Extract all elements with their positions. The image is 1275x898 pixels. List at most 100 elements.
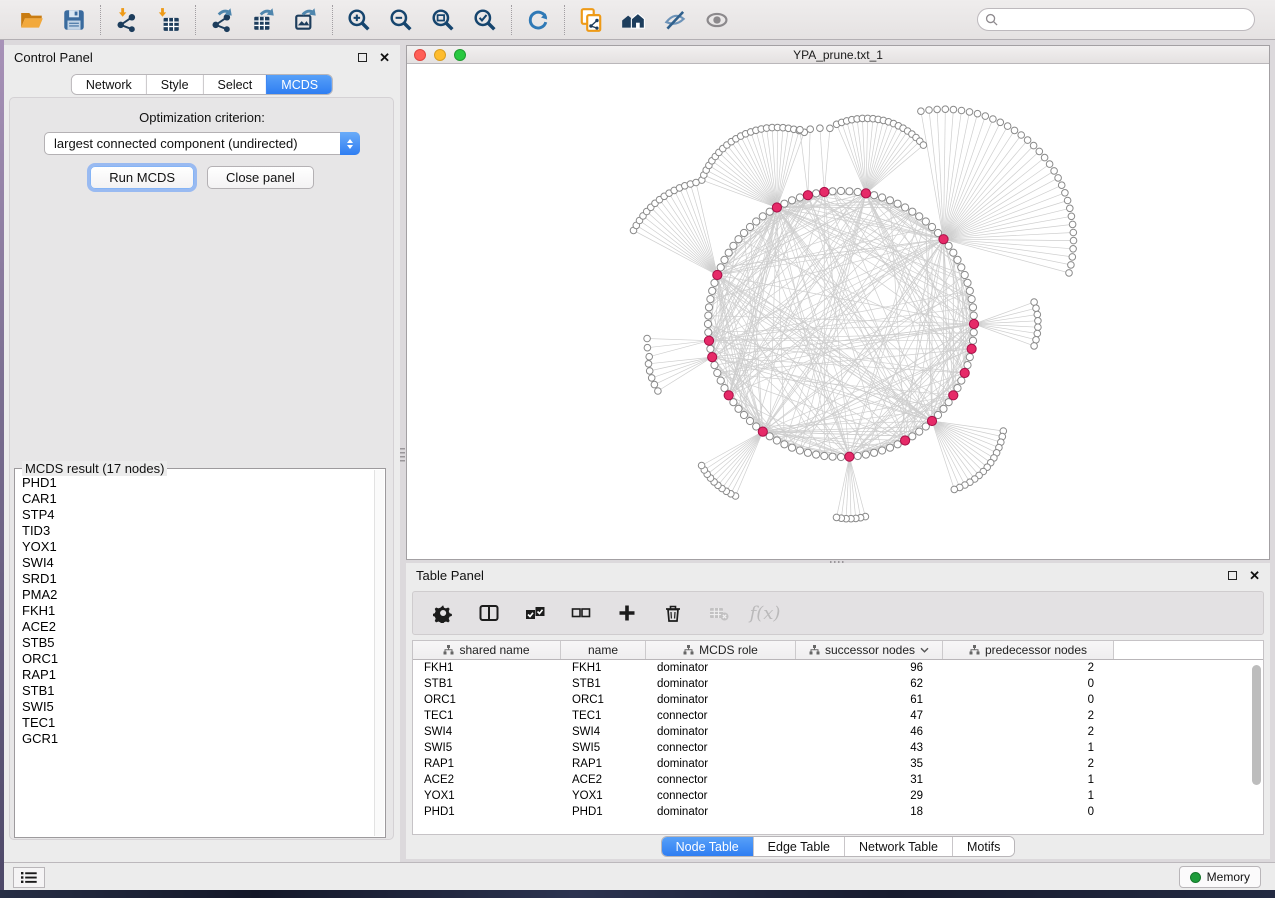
zoom-selected-icon: [472, 7, 498, 33]
mcds-node-item[interactable]: ORC1: [22, 651, 373, 667]
table-row[interactable]: SWI4SWI4dominator462: [413, 724, 1263, 740]
hide-selected-icon: [662, 7, 688, 33]
mcds-node-item[interactable]: SWI4: [22, 555, 373, 571]
close-panel-icon[interactable]: ✕: [379, 53, 390, 62]
table-row[interactable]: PHD1PHD1dominator180: [413, 804, 1263, 820]
zoom-fit-button[interactable]: [428, 5, 458, 35]
delete-column-button[interactable]: [661, 601, 685, 625]
float-window-icon[interactable]: [358, 53, 367, 62]
tab-style[interactable]: Style: [146, 75, 203, 94]
float-window-icon[interactable]: [1228, 571, 1237, 580]
clone-network-button[interactable]: [576, 5, 606, 35]
table-row[interactable]: STB1STB1dominator620: [413, 676, 1263, 692]
network-window-titlebar[interactable]: YPA_prune.txt_1: [407, 46, 1269, 64]
mcds-node-item[interactable]: TID3: [22, 523, 373, 539]
mcds-node-item[interactable]: RAP1: [22, 667, 373, 683]
close-panel-button[interactable]: Close panel: [207, 166, 314, 189]
hide-selected-button[interactable]: [660, 5, 690, 35]
table-settings-button[interactable]: [431, 601, 455, 625]
zoom-out-button[interactable]: [386, 5, 416, 35]
mcds-node-item[interactable]: FKH1: [22, 603, 373, 619]
export-image-button[interactable]: [291, 5, 321, 35]
save-session-button[interactable]: [59, 5, 89, 35]
window-zoom-button[interactable]: [454, 49, 466, 61]
mcds-node-item[interactable]: SRD1: [22, 571, 373, 587]
column-header-predecessor-nodes[interactable]: predecessor nodes: [943, 641, 1114, 659]
window-close-button[interactable]: [414, 49, 426, 61]
add-column-button[interactable]: [615, 601, 639, 625]
import-network-button[interactable]: [112, 5, 142, 35]
vertical-splitter-grip[interactable]: [400, 448, 405, 464]
table-row[interactable]: YOX1YOX1connector291: [413, 788, 1263, 804]
table-scrollbar-thumb[interactable]: [1252, 665, 1261, 785]
tab-select[interactable]: Select: [203, 75, 267, 94]
mcds-node-item[interactable]: CAR1: [22, 491, 373, 507]
column-header-shared-name[interactable]: shared name: [413, 641, 561, 659]
cell-successor-nodes: 62: [796, 678, 943, 690]
table-row[interactable]: ACE2ACE2connector311: [413, 772, 1263, 788]
mcds-node-item[interactable]: STB1: [22, 683, 373, 699]
cell-MCDS-role: dominator: [646, 806, 796, 818]
open-file-button[interactable]: [17, 5, 47, 35]
close-panel-icon[interactable]: ✕: [1249, 571, 1260, 580]
mcds-node-item[interactable]: ACE2: [22, 619, 373, 635]
mcds-result-list[interactable]: PHD1CAR1STP4TID3YOX1SWI4SRD1PMA2FKH1ACE2…: [22, 475, 373, 835]
tab-motifs[interactable]: Motifs: [952, 837, 1014, 856]
mcds-node-item[interactable]: STB5: [22, 635, 373, 651]
cell-predecessor-nodes: 1: [943, 790, 1114, 802]
table-row[interactable]: TEC1TEC1connector472: [413, 708, 1263, 724]
mcds-node-item[interactable]: TEC1: [22, 715, 373, 731]
tab-network[interactable]: Network: [72, 75, 146, 94]
run-mcds-button[interactable]: Run MCDS: [90, 166, 194, 189]
window-minimize-button[interactable]: [434, 49, 446, 61]
search-input[interactable]: [1002, 13, 1247, 27]
cell-successor-nodes: 43: [796, 742, 943, 754]
refresh-button[interactable]: [523, 5, 553, 35]
cell-MCDS-role: connector: [646, 742, 796, 754]
search-field[interactable]: [977, 8, 1255, 31]
export-network-button[interactable]: [207, 5, 237, 35]
column-label: name: [588, 643, 618, 657]
column-header-name[interactable]: name: [561, 641, 646, 659]
mcds-node-item[interactable]: PHD1: [22, 475, 373, 491]
import-table-button[interactable]: [154, 5, 184, 35]
zoom-in-button[interactable]: [344, 5, 374, 35]
table-row[interactable]: FKH1FKH1dominator962: [413, 660, 1263, 676]
tab-mcds[interactable]: MCDS: [266, 75, 332, 94]
table-row[interactable]: ORC1ORC1dominator610: [413, 692, 1263, 708]
cell-name: RAP1: [561, 758, 646, 770]
cell-shared-name: ACE2: [413, 774, 561, 786]
mcds-result-scrollbar[interactable]: [374, 470, 384, 836]
tab-edge-table[interactable]: Edge Table: [753, 837, 844, 856]
table-panel-titlebar: Table Panel ✕: [406, 563, 1270, 587]
cell-MCDS-role: dominator: [646, 678, 796, 690]
network-canvas[interactable]: [407, 65, 1269, 559]
export-table-button[interactable]: [249, 5, 279, 35]
mcds-node-item[interactable]: SWI5: [22, 699, 373, 715]
mcds-node-item[interactable]: PMA2: [22, 587, 373, 603]
tab-network-table[interactable]: Network Table: [844, 837, 952, 856]
column-label: MCDS role: [699, 643, 758, 657]
mcds-node-item[interactable]: GCR1: [22, 731, 373, 747]
table-panel-title: Table Panel: [416, 568, 484, 583]
table-row[interactable]: RAP1RAP1dominator352: [413, 756, 1263, 772]
select-all-button[interactable]: [523, 601, 547, 625]
zoom-selected-button[interactable]: [470, 5, 500, 35]
control-panel-title: Control Panel: [14, 50, 93, 65]
cell-predecessor-nodes: 0: [943, 694, 1114, 706]
criterion-dropdown[interactable]: largest connected component (undirected): [44, 132, 360, 155]
first-neighbors-button[interactable]: [618, 5, 648, 35]
tab-node-table[interactable]: Node Table: [662, 837, 753, 856]
deselect-all-button[interactable]: [569, 601, 593, 625]
cell-predecessor-nodes: 0: [943, 806, 1114, 818]
show-all-button[interactable]: [702, 5, 732, 35]
column-header-successor-nodes[interactable]: successor nodes: [796, 641, 943, 659]
column-header-MCDS-role[interactable]: MCDS role: [646, 641, 796, 659]
memory-button[interactable]: Memory: [1179, 866, 1261, 888]
mcds-node-item[interactable]: YOX1: [22, 539, 373, 555]
table-row[interactable]: SWI5SWI5connector431: [413, 740, 1263, 756]
task-history-button[interactable]: [13, 867, 45, 888]
zoom-fit-icon: [430, 7, 456, 33]
show-columns-button[interactable]: [477, 601, 501, 625]
mcds-node-item[interactable]: STP4: [22, 507, 373, 523]
